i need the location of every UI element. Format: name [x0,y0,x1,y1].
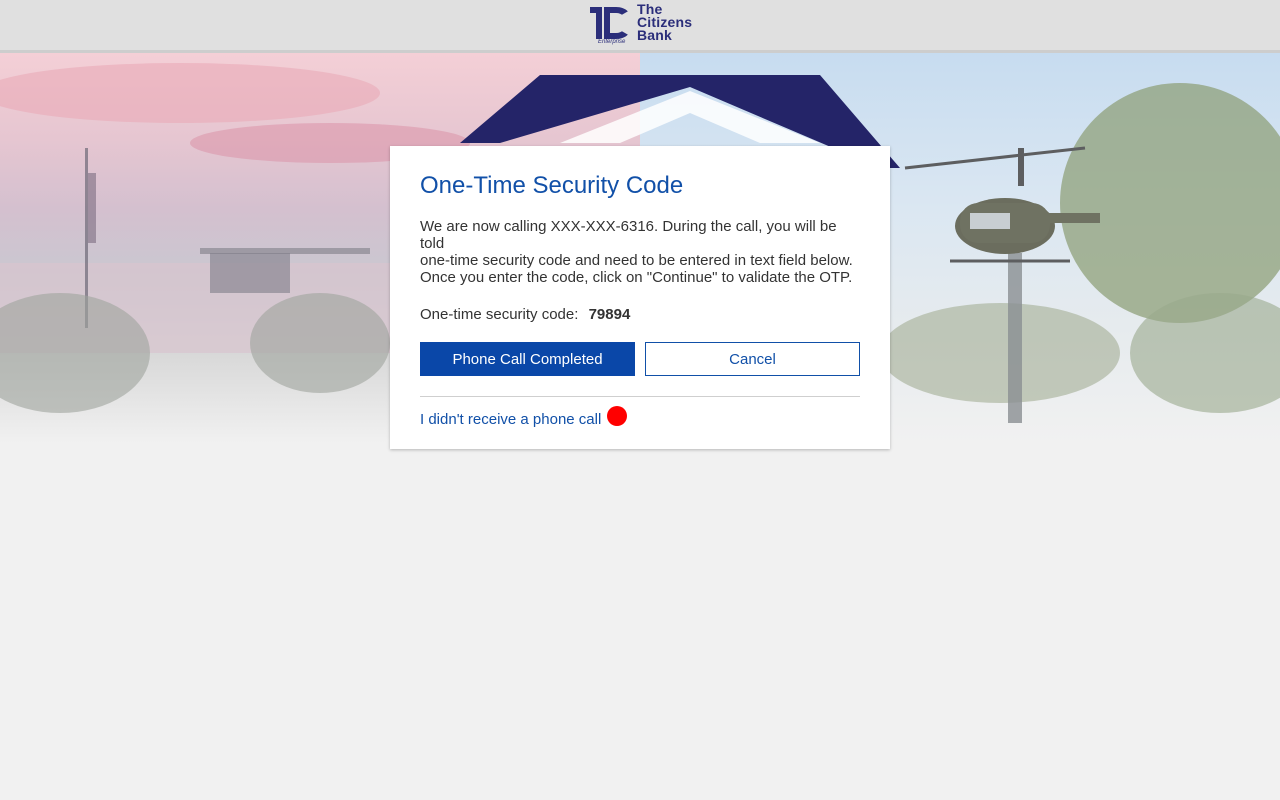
header-bar: The Citizens Bank Enterprise [0,0,1280,53]
otp-dialog: One-Time Security Code We are now callin… [390,146,890,449]
security-code-row: One-time security code: 79894 [420,306,860,323]
no-phone-call-link[interactable]: I didn't receive a phone call [420,411,601,428]
dialog-title: One-Time Security Code [420,172,684,199]
divider [420,396,860,397]
dialog-message: We are now calling XXX-XXX-6316. During … [420,218,853,286]
logo-subtitle: Enterprise [598,39,626,45]
security-code-value: 79894 [588,306,631,323]
phone-call-completed-button[interactable]: Phone Call Completed [420,342,635,376]
bank-logo[interactable]: The Citizens Bank Enterprise [588,2,694,47]
red-dot-indicator-icon [607,405,628,426]
bank-logo-text: The Citizens Bank [637,2,692,43]
logo-line3: Bank [637,27,673,43]
cancel-button[interactable]: Cancel [645,342,860,376]
dialog-actions: Phone Call Completed Cancel [420,342,860,376]
security-code-label: One-time security code: [420,306,579,323]
resend-row: I didn't receive a phone call [420,405,860,428]
